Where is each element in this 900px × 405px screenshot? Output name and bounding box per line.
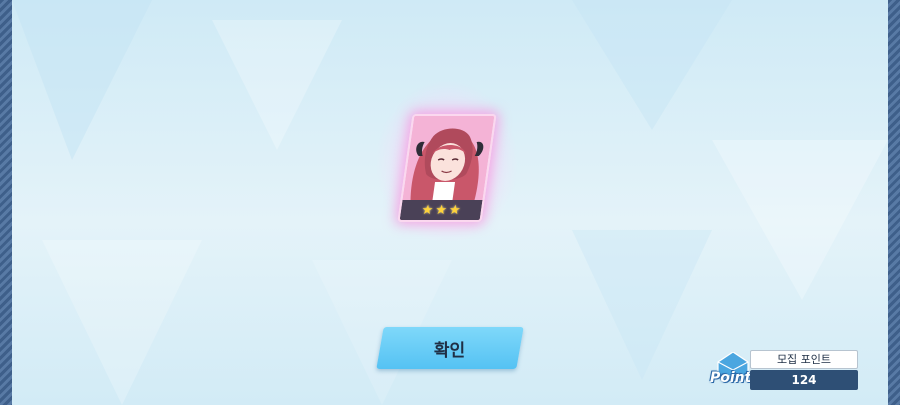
star-icon: ★: [420, 202, 435, 218]
left-frame-border: [0, 0, 12, 405]
star-icon: ★: [434, 202, 448, 218]
recruit-points-label: 모집 포인트: [750, 350, 858, 369]
confirm-button[interactable]: 확인: [376, 327, 524, 369]
point-logo: Point: [710, 370, 752, 386]
character-card: ★ ★ ★: [397, 114, 497, 222]
star-icon: ★: [447, 202, 462, 218]
character-portrait: [402, 116, 495, 200]
recruit-points-value: 124: [750, 370, 858, 390]
right-frame-border: [888, 0, 900, 405]
recruit-result-card[interactable]: ★ ★ ★: [377, 82, 517, 242]
recruit-points-panel: Point 모집 포인트 124: [710, 350, 860, 392]
confirm-button-label: 확인: [434, 340, 466, 361]
star-rating: ★ ★ ★: [399, 200, 483, 220]
